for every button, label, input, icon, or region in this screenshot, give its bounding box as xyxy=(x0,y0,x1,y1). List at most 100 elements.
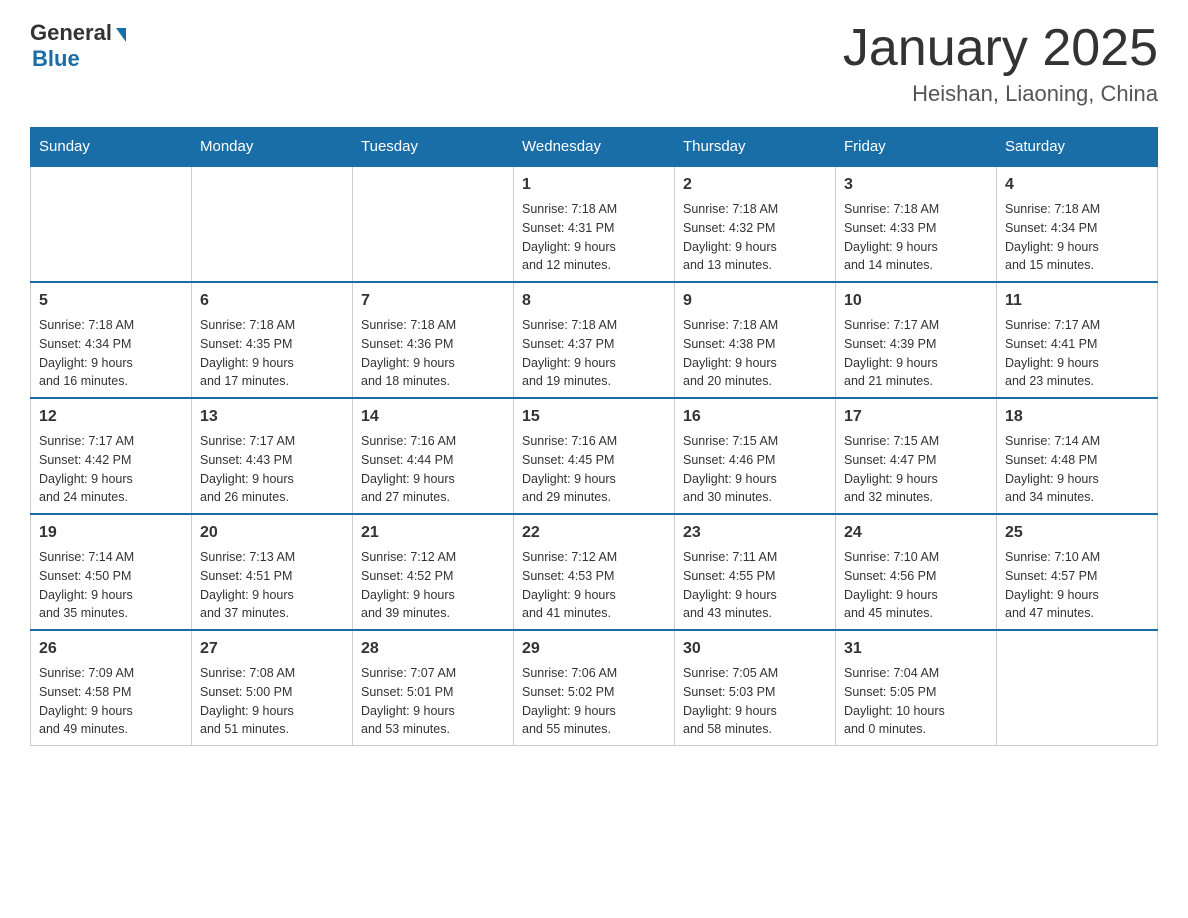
weekday-header: Thursday xyxy=(675,128,836,167)
location-label: Heishan, Liaoning, China xyxy=(843,81,1158,107)
calendar-cell: 23 Sunrise: 7:11 AMSunset: 4:55 PMDayligh… xyxy=(675,514,836,630)
day-number: 29 xyxy=(522,637,666,661)
day-number: 4 xyxy=(1005,173,1149,197)
title-section: January 2025 Heishan, Liaoning, China xyxy=(843,20,1158,107)
month-title: January 2025 xyxy=(843,20,1158,77)
day-info: Sunrise: 7:18 AMSunset: 4:35 PMDaylight:… xyxy=(200,316,344,391)
calendar-cell: 12Sunrise: 7:17 AMSunset: 4:42 PMDayligh… xyxy=(31,398,192,514)
calendar-cell xyxy=(31,166,192,282)
weekday-header: Monday xyxy=(192,128,353,167)
day-info: Sunrise: 7:18 AMSunset: 4:34 PMDaylight:… xyxy=(39,316,183,391)
calendar-cell: 3Sunrise: 7:18 AMSunset: 4:33 PMDaylight… xyxy=(836,166,997,282)
day-number: 19 xyxy=(39,521,183,545)
calendar-cell: 31 Sunrise: 7:04 AMSunset: 5:05 PMDayligh… xyxy=(836,630,997,746)
weekday-header: Saturday xyxy=(997,128,1158,167)
day-number: 14 xyxy=(361,405,505,429)
calendar-cell xyxy=(353,166,514,282)
day-info: Sunrise: 7:18 AMSunset: 4:38 PMDaylight:… xyxy=(683,316,827,391)
day-number: 22 xyxy=(522,521,666,545)
day-info: Sunrise: 7:16 AMSunset: 4:45 PMDaylight:… xyxy=(522,432,666,507)
calendar-table: SundayMondayTuesdayWednesdayThursdayFrid… xyxy=(30,127,1158,746)
day-info: Sunrise: 7:04 AMSunset: 5:05 PMDaylight:… xyxy=(844,664,988,739)
day-info: Sunrise: 7:17 AMSunset: 4:43 PMDaylight:… xyxy=(200,432,344,507)
day-info: Sunrise: 7:18 AMSunset: 4:34 PMDaylight:… xyxy=(1005,200,1149,275)
day-number: 9 xyxy=(683,289,827,313)
calendar-cell: 6 Sunrise: 7:18 AMSunset: 4:35 PMDaylight… xyxy=(192,282,353,398)
calendar-cell: 28 Sunrise: 7:07 AMSunset: 5:01 PMDayligh… xyxy=(353,630,514,746)
page-header: General Blue January 2025 Heishan, Liaon… xyxy=(30,20,1158,107)
day-number: 25 xyxy=(1005,521,1149,545)
day-info: Sunrise: 7:18 AMSunset: 4:31 PMDaylight:… xyxy=(522,200,666,275)
day-number: 3 xyxy=(844,173,988,197)
calendar-cell xyxy=(192,166,353,282)
day-info: Sunrise: 7:10 AMSunset: 4:57 PMDaylight:… xyxy=(1005,548,1149,623)
day-number: 30 xyxy=(683,637,827,661)
day-info: Sunrise: 7:16 AMSunset: 4:44 PMDaylight:… xyxy=(361,432,505,507)
day-info: Sunrise: 7:15 AMSunset: 4:46 PMDaylight:… xyxy=(683,432,827,507)
weekday-header: Sunday xyxy=(31,128,192,167)
calendar-cell: 13 Sunrise: 7:17 AMSunset: 4:43 PMDayligh… xyxy=(192,398,353,514)
day-info: Sunrise: 7:17 AMSunset: 4:39 PMDaylight:… xyxy=(844,316,988,391)
day-number: 1 xyxy=(522,173,666,197)
day-number: 10 xyxy=(844,289,988,313)
day-info: Sunrise: 7:18 AMSunset: 4:32 PMDaylight:… xyxy=(683,200,827,275)
calendar-cell: 19Sunrise: 7:14 AMSunset: 4:50 PMDayligh… xyxy=(31,514,192,630)
calendar-cell: 29 Sunrise: 7:06 AMSunset: 5:02 PMDayligh… xyxy=(514,630,675,746)
day-info: Sunrise: 7:11 AMSunset: 4:55 PMDaylight:… xyxy=(683,548,827,623)
calendar-cell: 26 Sunrise: 7:09 AMSunset: 4:58 PMDayligh… xyxy=(31,630,192,746)
calendar-cell: 25 Sunrise: 7:10 AMSunset: 4:57 PMDayligh… xyxy=(997,514,1158,630)
calendar-cell: 16 Sunrise: 7:15 AMSunset: 4:46 PMDayligh… xyxy=(675,398,836,514)
day-number: 5 xyxy=(39,289,183,313)
calendar-week-row: 5 Sunrise: 7:18 AMSunset: 4:34 PMDaylight… xyxy=(31,282,1158,398)
day-info: Sunrise: 7:14 AMSunset: 4:48 PMDaylight:… xyxy=(1005,432,1149,507)
day-info: Sunrise: 7:13 AMSunset: 4:51 PMDaylight:… xyxy=(200,548,344,623)
calendar-cell: 22Sunrise: 7:12 AMSunset: 4:53 PMDayligh… xyxy=(514,514,675,630)
logo-arrow-icon xyxy=(116,28,126,42)
calendar-cell: 4 Sunrise: 7:18 AMSunset: 4:34 PMDaylight… xyxy=(997,166,1158,282)
day-info: Sunrise: 7:07 AMSunset: 5:01 PMDaylight:… xyxy=(361,664,505,739)
day-info: Sunrise: 7:06 AMSunset: 5:02 PMDaylight:… xyxy=(522,664,666,739)
logo-general-text: General xyxy=(30,20,112,46)
day-info: Sunrise: 7:05 AMSunset: 5:03 PMDaylight:… xyxy=(683,664,827,739)
day-info: Sunrise: 7:09 AMSunset: 4:58 PMDaylight:… xyxy=(39,664,183,739)
calendar-cell: 7 Sunrise: 7:18 AMSunset: 4:36 PMDaylight… xyxy=(353,282,514,398)
logo-blue-text: Blue xyxy=(32,46,80,72)
day-number: 26 xyxy=(39,637,183,661)
logo: General Blue xyxy=(30,20,126,72)
day-number: 17 xyxy=(844,405,988,429)
calendar-week-row: 1 Sunrise: 7:18 AMSunset: 4:31 PMDaylight… xyxy=(31,166,1158,282)
weekday-header: Tuesday xyxy=(353,128,514,167)
day-number: 16 xyxy=(683,405,827,429)
day-number: 13 xyxy=(200,405,344,429)
calendar-cell: 5 Sunrise: 7:18 AMSunset: 4:34 PMDaylight… xyxy=(31,282,192,398)
day-number: 28 xyxy=(361,637,505,661)
day-number: 7 xyxy=(361,289,505,313)
calendar-cell: 15 Sunrise: 7:16 AMSunset: 4:45 PMDayligh… xyxy=(514,398,675,514)
day-number: 24 xyxy=(844,521,988,545)
day-number: 21 xyxy=(361,521,505,545)
day-info: Sunrise: 7:18 AMSunset: 4:37 PMDaylight:… xyxy=(522,316,666,391)
day-number: 12 xyxy=(39,405,183,429)
day-number: 15 xyxy=(522,405,666,429)
weekday-header: Friday xyxy=(836,128,997,167)
day-info: Sunrise: 7:12 AMSunset: 4:52 PMDaylight:… xyxy=(361,548,505,623)
day-number: 6 xyxy=(200,289,344,313)
day-number: 23 xyxy=(683,521,827,545)
calendar-cell xyxy=(997,630,1158,746)
day-number: 2 xyxy=(683,173,827,197)
calendar-cell: 14 Sunrise: 7:16 AMSunset: 4:44 PMDayligh… xyxy=(353,398,514,514)
calendar-cell: 10 Sunrise: 7:17 AMSunset: 4:39 PMDayligh… xyxy=(836,282,997,398)
day-number: 18 xyxy=(1005,405,1149,429)
day-number: 31 xyxy=(844,637,988,661)
weekday-header-row: SundayMondayTuesdayWednesdayThursdayFrid… xyxy=(31,128,1158,167)
day-info: Sunrise: 7:08 AMSunset: 5:00 PMDaylight:… xyxy=(200,664,344,739)
day-info: Sunrise: 7:18 AMSunset: 4:36 PMDaylight:… xyxy=(361,316,505,391)
calendar-cell: 30 Sunrise: 7:05 AMSunset: 5:03 PMDayligh… xyxy=(675,630,836,746)
day-info: Sunrise: 7:15 AMSunset: 4:47 PMDaylight:… xyxy=(844,432,988,507)
calendar-cell: 21 Sunrise: 7:12 AMSunset: 4:52 PMDayligh… xyxy=(353,514,514,630)
calendar-week-row: 26 Sunrise: 7:09 AMSunset: 4:58 PMDayligh… xyxy=(31,630,1158,746)
calendar-cell: 11Sunrise: 7:17 AMSunset: 4:41 PMDayligh… xyxy=(997,282,1158,398)
calendar-cell: 24Sunrise: 7:10 AMSunset: 4:56 PMDayligh… xyxy=(836,514,997,630)
day-info: Sunrise: 7:17 AMSunset: 4:41 PMDaylight:… xyxy=(1005,316,1149,391)
calendar-cell: 20Sunrise: 7:13 AMSunset: 4:51 PMDayligh… xyxy=(192,514,353,630)
